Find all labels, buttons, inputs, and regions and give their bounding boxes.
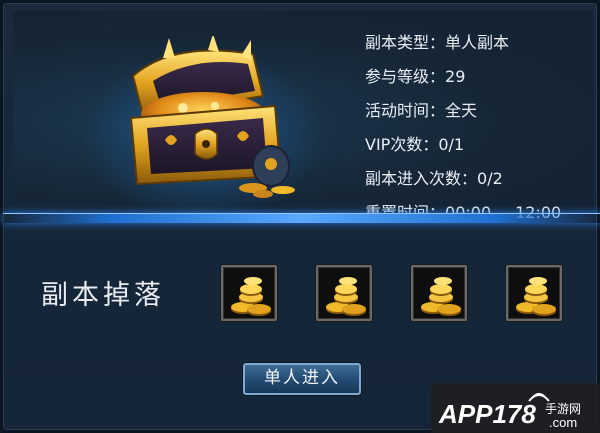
- activity-time-row: 活动时间：全天: [365, 99, 600, 133]
- solo-enter-button[interactable]: 单人进入: [243, 363, 361, 395]
- level-label: 参与等级：: [365, 67, 446, 86]
- dungeon-type-label: 副本类型：: [365, 33, 446, 52]
- drops-label: 副本掉落: [41, 280, 165, 311]
- svg-text:手游网: 手游网: [545, 402, 581, 416]
- drop-item-slot[interactable]: [411, 265, 467, 321]
- entry-count-row: 副本进入次数：0/2: [365, 167, 600, 201]
- vip-count-label: VIP次数：: [365, 135, 439, 154]
- svg-text:APP178: APP178: [438, 399, 536, 429]
- drop-item-slot[interactable]: [316, 265, 372, 321]
- activity-time-value: 全天: [445, 101, 478, 120]
- gold-coins-icon: [516, 277, 556, 316]
- gold-coins-icon: [421, 277, 461, 316]
- dungeon-panel: 副本类型：单人副本 参与等级：29 活动时间：全天 VIP次数：0/1 副本进入…: [0, 0, 600, 433]
- svg-text:.com: .com: [549, 415, 577, 430]
- dungeon-header: 副本类型：单人副本 参与等级：29 活动时间：全天 VIP次数：0/1 副本进入…: [13, 11, 593, 222]
- watermark: APP178 手游网 .com: [431, 383, 600, 433]
- dungeon-info: 副本类型：单人副本 参与等级：29 活动时间：全天 VIP次数：0/1 副本进入…: [365, 31, 600, 235]
- level-value: 29: [445, 67, 466, 86]
- level-row: 参与等级：29: [365, 65, 600, 99]
- app178-logo: APP178 手游网 .com: [438, 393, 581, 430]
- vip-count-row: VIP次数：0/1: [365, 133, 600, 167]
- dungeon-type-row: 副本类型：单人副本: [365, 31, 600, 65]
- activity-time-label: 活动时间：: [365, 101, 446, 120]
- entry-count-value: 0/2: [477, 169, 503, 188]
- gold-coins-icon: [231, 277, 271, 316]
- vip-count-value: 0/1: [438, 135, 465, 154]
- treasure-chest-icon: [129, 36, 295, 198]
- entry-count-label: 副本进入次数：: [365, 169, 478, 188]
- drop-item-slot[interactable]: [221, 265, 277, 321]
- gold-coins-icon: [326, 277, 366, 316]
- drop-item-slot[interactable]: [506, 265, 562, 321]
- dungeon-type-value: 单人副本: [445, 33, 510, 52]
- glowing-divider: [3, 213, 600, 223]
